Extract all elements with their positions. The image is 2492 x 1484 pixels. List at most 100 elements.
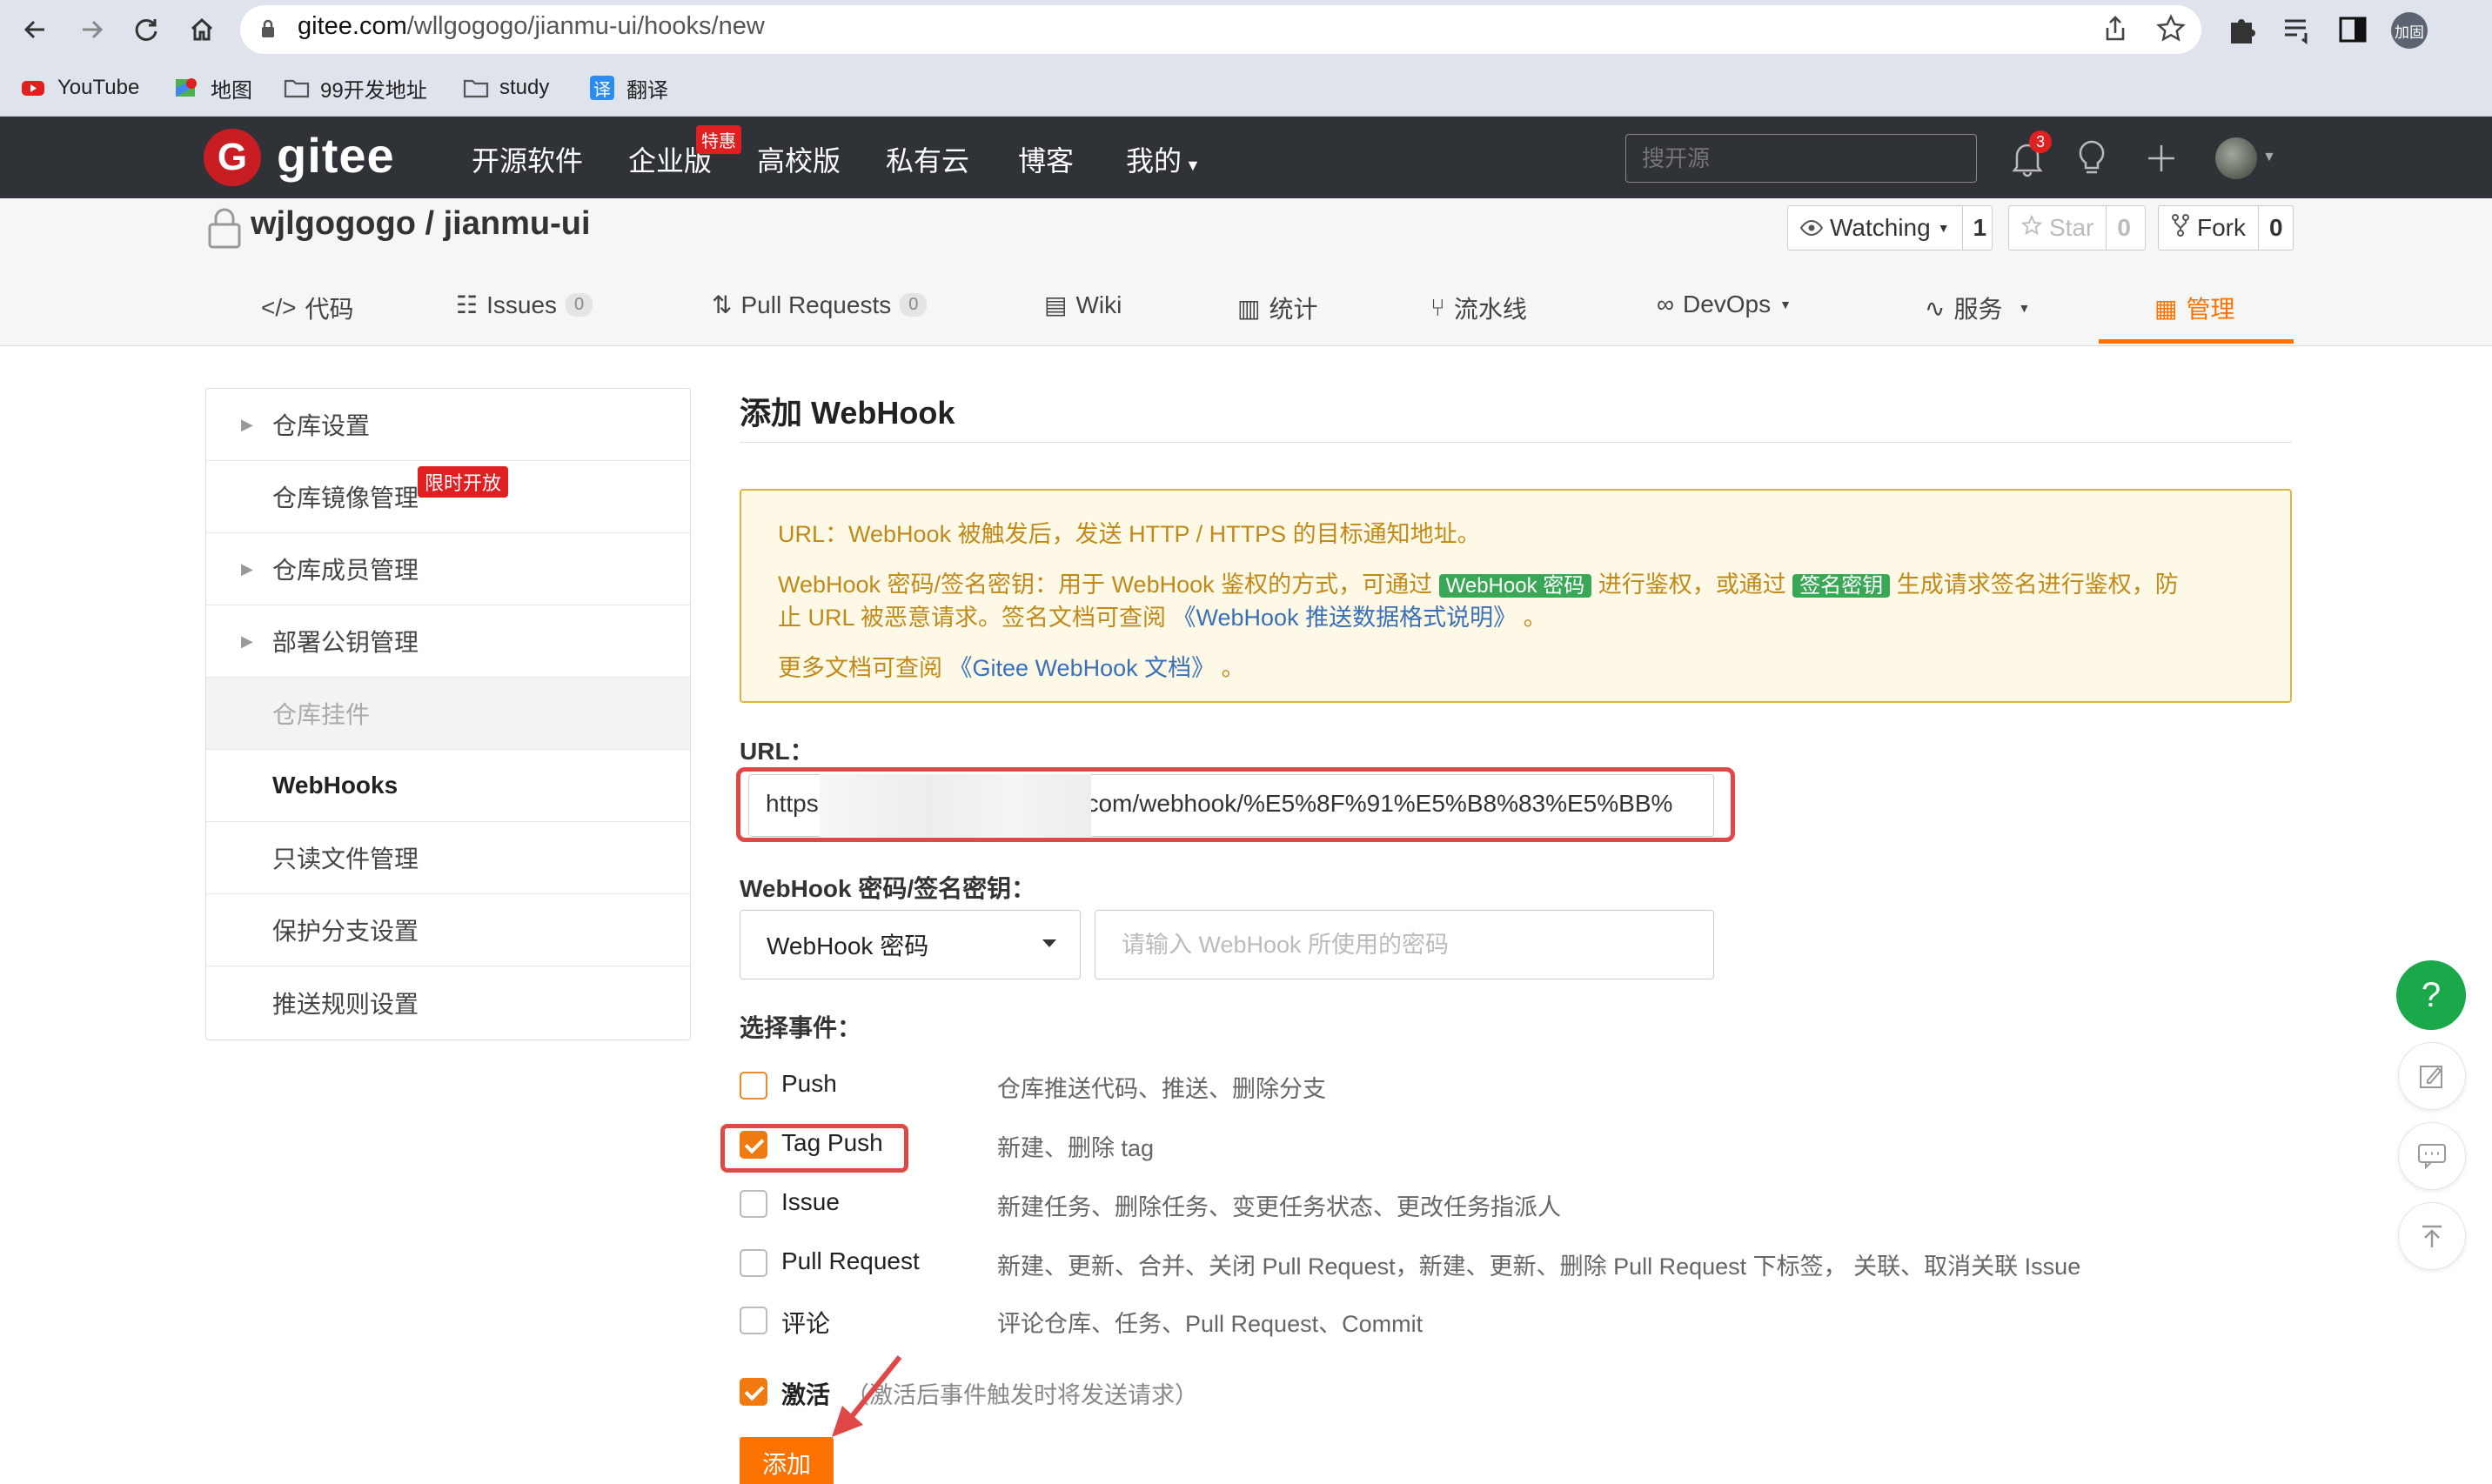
user-avatar[interactable]: [2215, 137, 2257, 179]
bookmark-label: study: [499, 76, 550, 99]
url-highlight-box: [736, 767, 1735, 842]
caret-down-icon: ▼: [1937, 221, 1950, 235]
url-path: /wllgogogo/jianmu-ui/hooks/new: [406, 12, 765, 40]
reload-icon[interactable]: [129, 12, 164, 47]
webhook-format-doc-link[interactable]: 《WebHook 推送数据格式说明》: [1173, 605, 1517, 631]
gitee-logo-icon[interactable]: G: [204, 129, 261, 186]
sidebar-item-readonly-files[interactable]: 只读文件管理: [206, 822, 690, 894]
star-icon: [2020, 214, 2043, 242]
fork-button[interactable]: Fork 0: [2158, 205, 2294, 251]
watch-button[interactable]: Watching ▼ 1: [1787, 205, 1993, 251]
folder-icon: [463, 76, 489, 100]
plus-icon[interactable]: [2146, 143, 2177, 178]
secret-input[interactable]: [1095, 910, 1714, 979]
maps-icon: [174, 76, 198, 100]
bookmark-youtube[interactable]: YouTube: [21, 73, 139, 103]
gitee-webhook-doc-link[interactable]: 《Gitee WebHook 文档》: [949, 655, 1216, 681]
tab-issues[interactable]: ☷ Issues 0: [456, 291, 593, 319]
tab-count: 0: [900, 293, 928, 317]
repo-title[interactable]: wjlgogogo / jianmu-ui: [251, 205, 591, 243]
star-button[interactable]: Star 0: [2008, 205, 2146, 251]
caret-down-icon: [1042, 939, 1056, 947]
back-arrow-icon[interactable]: [17, 12, 52, 47]
reading-list-icon[interactable]: [2280, 12, 2314, 47]
feedback-edit-icon[interactable]: [2398, 1042, 2466, 1110]
comment-checkbox[interactable]: [740, 1307, 767, 1334]
bookmark-maps[interactable]: 地图: [174, 73, 252, 103]
lock-icon[interactable]: [261, 19, 275, 38]
caret-right-icon: ▶: [241, 415, 253, 433]
tab-pull-requests[interactable]: ⇅ Pull Requests 0: [712, 291, 928, 319]
search-input[interactable]: [1625, 134, 1977, 183]
tab-label: Issues: [486, 291, 558, 318]
caret-down-icon: ▼: [2018, 301, 2031, 315]
extensions-puzzle-icon[interactable]: [2224, 12, 2259, 47]
share-icon[interactable]: [2100, 14, 2130, 43]
promo-badge: 特惠: [696, 125, 741, 154]
forward-arrow-icon[interactable]: [75, 12, 110, 47]
notice-text: WebHook 密码/签名密钥：用于 WebHook 鉴权的方式，可通过: [778, 572, 1439, 598]
chat-icon[interactable]: [2398, 1122, 2466, 1190]
tab-code[interactable]: </> 代码: [261, 291, 354, 325]
sidebar-item-label: 保护分支设置: [272, 918, 419, 945]
sidebar-item-push-rules[interactable]: 推送规则设置: [206, 966, 690, 1039]
sidebar-item-label: 仓库成员管理: [272, 557, 419, 584]
activate-checkbox[interactable]: [740, 1378, 767, 1406]
sidebar-item-label: 仓库镜像管理: [272, 485, 419, 511]
bookmark-folder-99[interactable]: 99开发地址: [284, 73, 427, 103]
tab-services[interactable]: ∿ 服务 ▼: [1925, 291, 2030, 325]
side-panel-icon[interactable]: [2335, 12, 2370, 47]
sidebar-item-webhooks[interactable]: WebHooks: [206, 750, 690, 822]
pull-request-checkbox[interactable]: [740, 1249, 767, 1277]
notice-text: 止 URL 被恶意请求。签名文档可查阅: [778, 605, 1173, 631]
tab-label: DevOps: [1682, 291, 1772, 318]
push-checkbox[interactable]: [740, 1072, 767, 1100]
tab-manage[interactable]: ▦ 管理: [2154, 291, 2234, 325]
gitee-logo-text[interactable]: gitee: [277, 127, 395, 184]
tab-pipeline[interactable]: ⑂ 流水线: [1430, 291, 1527, 325]
address-text[interactable]: gitee.com/wllgogogo/jianmu-ui/hooks/new: [298, 12, 765, 41]
help-button[interactable]: ?: [2396, 960, 2466, 1030]
add-webhook-button[interactable]: 添加: [740, 1437, 834, 1484]
notice-text: 。: [1215, 655, 1245, 681]
sidebar-item-protected-branches[interactable]: 保护分支设置: [206, 894, 690, 966]
home-icon[interactable]: [184, 12, 219, 47]
tab-label: Wiki: [1075, 291, 1122, 318]
profile-avatar[interactable]: 加固: [2391, 12, 2428, 49]
event-name[interactable]: Issue: [781, 1188, 840, 1216]
bookmark-folder-study[interactable]: study: [463, 73, 549, 103]
fork-count[interactable]: 0: [2258, 206, 2294, 250]
bookmark-label: 翻译: [626, 78, 668, 103]
secret-type-select[interactable]: WebHook 密码: [740, 910, 1081, 979]
nav-open-source[interactable]: 开源软件: [472, 139, 583, 179]
lightbulb-icon[interactable]: [2076, 139, 2107, 182]
tab-devops[interactable]: ∞ DevOps ▼: [1657, 291, 1792, 318]
tab-stats[interactable]: ▥ 统计: [1237, 291, 1317, 325]
sidebar-item-members[interactable]: ▶ 仓库成员管理: [206, 533, 690, 605]
code-icon: </>: [261, 294, 297, 321]
nav-education[interactable]: 高校版: [757, 139, 841, 179]
event-name[interactable]: 评论: [781, 1305, 830, 1340]
tab-wiki[interactable]: ▤ Wiki: [1044, 291, 1122, 319]
nav-blog[interactable]: 博客: [1018, 139, 1074, 179]
event-name[interactable]: Push: [781, 1070, 837, 1098]
issues-icon: ☷: [456, 291, 479, 318]
event-name[interactable]: Pull Request: [781, 1247, 920, 1275]
star-count[interactable]: 0: [2106, 206, 2141, 250]
book-icon: ▤: [1044, 291, 1068, 318]
sidebar-item-label: 仓库设置: [272, 412, 371, 439]
bookmark-translate[interactable]: 译 翻译: [590, 73, 668, 103]
caret-down-icon[interactable]: ▼: [2262, 150, 2276, 165]
bookmark-label: 99开发地址: [320, 78, 427, 103]
sidebar-item-label: 仓库挂件: [272, 701, 371, 728]
nav-private-cloud[interactable]: 私有云: [886, 139, 969, 179]
bookmark-star-icon[interactable]: [2156, 14, 2186, 43]
tab-label: 统计: [1269, 296, 1318, 323]
activate-label[interactable]: 激活: [781, 1376, 830, 1411]
back-to-top-icon[interactable]: [2398, 1202, 2466, 1270]
issue-checkbox[interactable]: [740, 1190, 767, 1218]
watch-count[interactable]: 1: [1961, 206, 1998, 250]
sidebar-item-deploy-keys[interactable]: ▶ 部署公钥管理: [206, 605, 690, 678]
sidebar-item-repo-settings[interactable]: ▶ 仓库设置: [206, 389, 690, 461]
nav-mine[interactable]: 我的 ▼: [1126, 139, 1201, 179]
